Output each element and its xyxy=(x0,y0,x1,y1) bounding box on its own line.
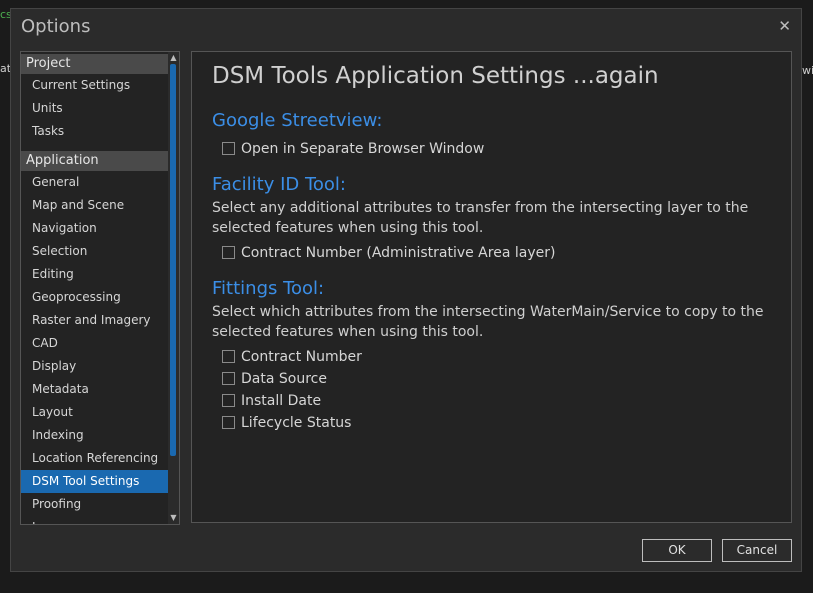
contract-number-admin-checkbox[interactable]: Contract Number (Administrative Area lay… xyxy=(222,244,555,262)
scroll-up-icon[interactable]: ▲ xyxy=(168,53,179,63)
fittings-description: Select which attributes from the interse… xyxy=(212,304,764,340)
sidebar-item[interactable]: Map and Scene xyxy=(21,194,168,217)
sidebar-item[interactable]: Layout xyxy=(21,401,168,424)
fittings-option-checkbox[interactable]: Lifecycle Status xyxy=(222,414,351,432)
sidebar-item[interactable]: Raster and Imagery xyxy=(21,309,168,332)
fittings-section-title: Fittings Tool: xyxy=(212,278,325,299)
page-title: DSM Tools Application Settings ...again xyxy=(212,63,659,89)
navigation-scrollbar[interactable]: ▲ ▼ xyxy=(168,52,179,524)
sidebar-item[interactable]: Display xyxy=(21,355,168,378)
checkbox-icon[interactable] xyxy=(222,393,235,407)
ok-button[interactable]: OK xyxy=(642,539,712,562)
checkbox-label: Install Date xyxy=(241,393,322,409)
facility-section-title: Facility ID Tool: xyxy=(212,174,346,195)
dialog-title: Options xyxy=(21,16,91,37)
checkbox-icon[interactable] xyxy=(222,371,235,385)
options-navigation: Project Current Settings Units Tasks Applica… xyxy=(20,51,180,525)
sidebar-item[interactable]: General xyxy=(21,171,168,194)
checkbox-label: Open in Separate Browser Window xyxy=(241,141,485,157)
sidebar-item[interactable]: Proofing xyxy=(21,493,168,516)
scroll-down-icon[interactable]: ▼ xyxy=(168,513,179,523)
sidebar-item[interactable]: Current Settings xyxy=(21,74,168,97)
fittings-option-checkbox[interactable]: Data Source xyxy=(222,370,327,388)
checkbox-icon[interactable] xyxy=(222,141,235,155)
nav-section-header: Application xyxy=(21,151,168,171)
navigation-list: Project Current Settings Units Tasks Applica… xyxy=(21,52,168,524)
sidebar-item[interactable]: Editing xyxy=(21,263,168,286)
scroll-thumb[interactable] xyxy=(170,64,176,456)
background-text-fragment: wil xyxy=(802,64,813,77)
sidebar-item[interactable]: Units xyxy=(21,97,168,120)
sidebar-item[interactable]: Tasks xyxy=(21,120,168,143)
sidebar-item[interactable]: Location Referencing xyxy=(21,447,168,470)
streetview-section-title: Google Streetview: xyxy=(212,110,383,131)
cancel-button[interactable]: Cancel xyxy=(722,539,792,562)
close-icon[interactable]: ✕ xyxy=(778,17,791,35)
checkbox-label: Data Source xyxy=(241,371,327,387)
checkbox-icon[interactable] xyxy=(222,349,235,363)
sidebar-item[interactable]: Indexing xyxy=(21,424,168,447)
open-separate-window-checkbox[interactable]: Open in Separate Browser Window xyxy=(222,140,484,158)
sidebar-item[interactable]: DSM Tool Settings xyxy=(21,470,168,493)
sidebar-item[interactable]: Geoprocessing xyxy=(21,286,168,309)
sidebar-item[interactable]: CAD xyxy=(21,332,168,355)
sidebar-item[interactable]: Selection xyxy=(21,240,168,263)
sidebar-item[interactable]: Metadata xyxy=(21,378,168,401)
sidebar-item[interactable]: Navigation xyxy=(21,217,168,240)
checkbox-label: Contract Number (Administrative Area lay… xyxy=(241,245,556,261)
sidebar-item[interactable]: L... xyxy=(21,516,168,524)
checkbox-label: Contract Number xyxy=(241,349,362,365)
options-dialog: Options ✕ Project Current Settings Units Ta… xyxy=(10,8,802,572)
fittings-option-checkbox[interactable]: Contract Number xyxy=(222,348,362,366)
facility-description: Select any additional attributes to tran… xyxy=(212,200,749,236)
nav-section-header: Project xyxy=(21,54,168,74)
checkbox-label: Lifecycle Status xyxy=(241,415,352,431)
checkbox-icon[interactable] xyxy=(222,245,235,259)
settings-panel: DSM Tools Application Settings ...again … xyxy=(191,51,792,523)
checkbox-icon[interactable] xyxy=(222,415,235,429)
fittings-option-checkbox[interactable]: Install Date xyxy=(222,392,321,410)
